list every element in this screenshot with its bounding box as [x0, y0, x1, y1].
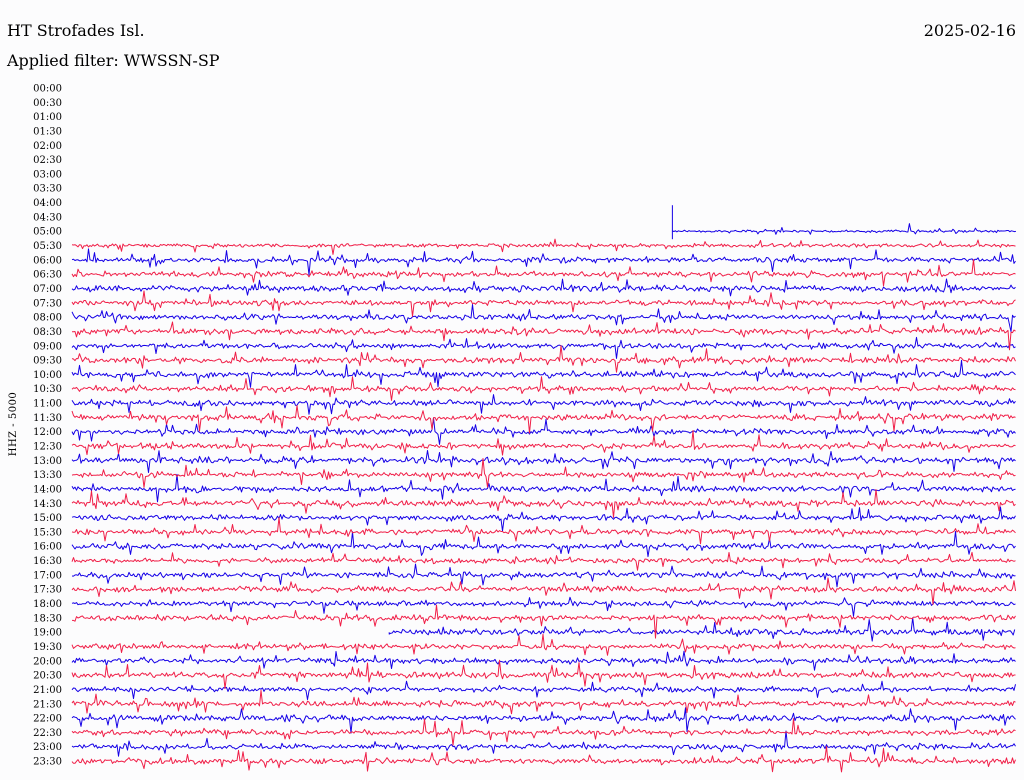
trace-row [71, 359, 1016, 388]
y-tick-label: 19:00 [33, 628, 62, 639]
trace-row [71, 304, 1016, 333]
y-tick-label: 11:30 [33, 413, 62, 424]
trace-row [71, 730, 1016, 757]
y-tick-label: 08:00 [33, 313, 62, 324]
trace-row [388, 617, 1016, 642]
y-tick-label: 21:30 [33, 699, 62, 710]
y-tick-label: 14:30 [33, 499, 62, 510]
y-tick-label: 15:30 [33, 527, 62, 538]
trace-row [671, 223, 1016, 235]
y-tick-label: 13:00 [33, 456, 62, 467]
trace-row [71, 680, 1016, 701]
y-tick-label: 06:00 [33, 255, 62, 266]
trace-row [71, 248, 1016, 276]
y-tick-label: 10:30 [33, 384, 62, 395]
y-tick-label: 18:30 [33, 613, 62, 624]
trace-row [71, 577, 1016, 605]
trace-row [71, 450, 1016, 473]
trace-row [71, 489, 1016, 518]
y-tick-label: 20:00 [33, 656, 62, 667]
trace-row [71, 689, 1016, 715]
trace-row [71, 238, 1016, 255]
y-tick-label: 02:30 [33, 155, 62, 166]
y-tick-label: 15:00 [33, 513, 62, 524]
trace-row [71, 417, 1016, 445]
trace-row [71, 376, 1016, 401]
trace-row [71, 633, 1016, 656]
y-tick-label: 11:00 [33, 399, 62, 410]
trace-row [71, 506, 1016, 532]
y-tick-label: 05:00 [33, 227, 62, 238]
y-tick-label: 23:00 [33, 742, 62, 753]
trace-row [71, 394, 1016, 415]
y-tick-label: 01:00 [33, 112, 62, 123]
y-tick-label: 20:30 [33, 671, 62, 682]
y-tick-label: 17:00 [33, 570, 62, 581]
y-tick-label: 12:00 [33, 427, 62, 438]
helicorder-page: HT Strofades Isl. 2025-02-16 Applied fil… [0, 0, 1024, 780]
trace-row [71, 473, 1016, 503]
trace-row [71, 517, 1016, 545]
trace-row [71, 718, 1016, 746]
y-tick-label: 08:30 [33, 327, 62, 338]
trace-row [71, 278, 1016, 297]
y-tick-label: 22:30 [33, 728, 62, 739]
y-tick-label: 07:00 [33, 284, 62, 295]
trace-row [71, 551, 1016, 571]
y-axis-label: HHZ - 5000 [8, 392, 19, 457]
trace-row [71, 659, 1016, 690]
trace-row [71, 707, 1016, 734]
y-tick-label: 19:30 [33, 642, 62, 653]
y-tick-label: 03:30 [33, 184, 62, 195]
y-tick-label: 07:30 [33, 298, 62, 309]
trace-row [71, 405, 1016, 434]
y-tick-label: 14:00 [33, 484, 62, 495]
y-tick-label: 09:30 [33, 356, 62, 367]
y-tick-label: 10:00 [33, 370, 62, 381]
trace-row [71, 563, 1016, 588]
y-tick-label: 04:00 [33, 198, 62, 209]
y-tick-label: 06:30 [33, 270, 62, 281]
y-tick-label: 01:30 [33, 126, 62, 137]
y-tick-label: 16:30 [33, 556, 62, 567]
trace-row [71, 336, 1016, 359]
helicorder-chart: 00:00 00:30 01:00 01:30 02:00 02:30 03:00 03:30… [8, 84, 1016, 773]
y-tick-label: 09:00 [33, 341, 62, 352]
y-tick-label: 00:30 [33, 98, 62, 109]
y-tick-label: 00:00 [33, 84, 62, 95]
y-tick-label: 23:30 [33, 757, 62, 768]
y-axis-ticks: 00:00 00:30 01:00 01:30 02:00 02:30 03:00 03:30… [33, 84, 62, 768]
y-tick-label: 05:30 [33, 241, 62, 252]
y-tick-label: 22:00 [33, 714, 62, 725]
y-tick-label: 21:00 [33, 685, 62, 696]
y-tick-label: 17:30 [33, 585, 62, 596]
y-tick-label: 03:00 [33, 169, 62, 180]
y-tick-label: 12:30 [33, 442, 62, 453]
y-tick-label: 04:30 [33, 212, 62, 223]
y-tick-label: 13:30 [33, 470, 62, 481]
trace-row [71, 345, 1016, 373]
trace-row [71, 531, 1016, 558]
trace-row [71, 650, 1016, 671]
y-tick-label: 16:00 [33, 542, 62, 553]
y-tick-label: 18:00 [33, 599, 62, 610]
trace-row [71, 290, 1016, 317]
y-tick-label: 02:00 [33, 141, 62, 152]
trace-row [71, 259, 1016, 287]
trace-row [71, 596, 1016, 617]
seismogram-traces [71, 205, 1016, 773]
